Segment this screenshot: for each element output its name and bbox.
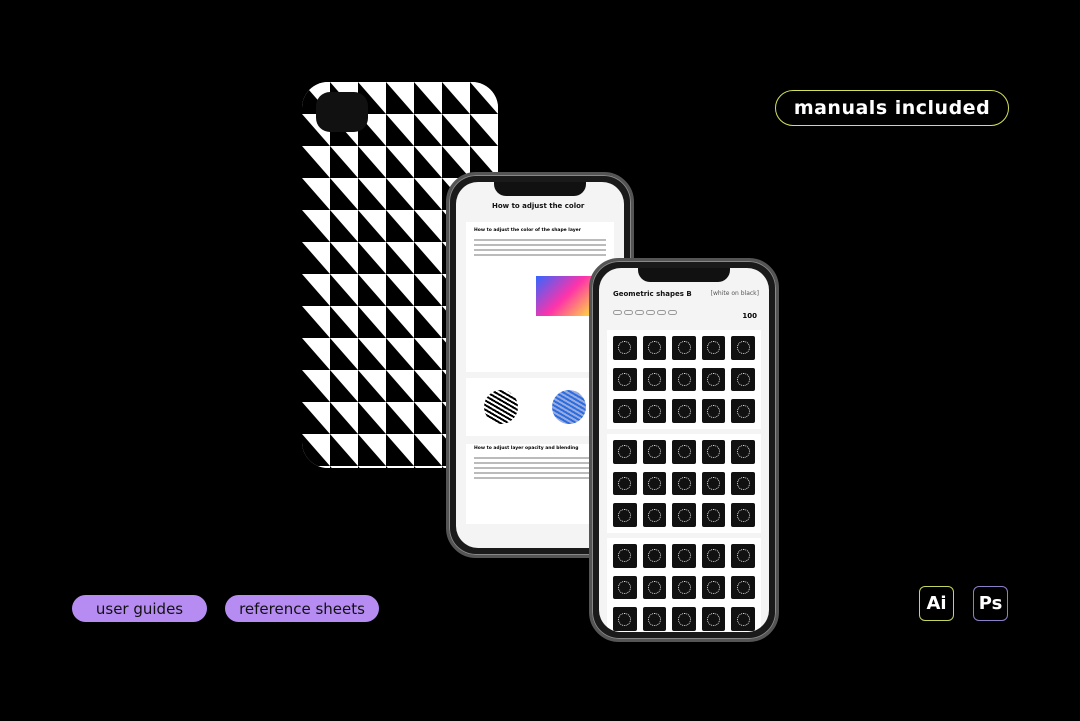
shape-tile — [672, 471, 696, 496]
shape-tile — [731, 544, 756, 568]
shape-tile — [672, 336, 696, 360]
shape-tile — [613, 336, 637, 360]
shape-tile — [613, 503, 637, 527]
shape-tile — [731, 399, 756, 423]
shape-tile — [642, 367, 667, 392]
shape-count: 100 — [742, 312, 757, 320]
shape-tile — [613, 440, 637, 464]
shape-tile — [672, 440, 696, 464]
shape-tile — [613, 607, 637, 631]
shape-tile — [701, 575, 726, 600]
shape-tile — [642, 607, 667, 631]
shape-tile — [613, 471, 637, 496]
shape-grid — [607, 538, 761, 632]
shape-tile — [672, 607, 696, 631]
shape-tile — [731, 575, 756, 600]
user-guides-tag: user guides — [72, 595, 207, 622]
shape-tile — [701, 544, 726, 568]
shape-tile — [701, 607, 726, 631]
shape-tile — [613, 399, 637, 423]
shape-tile — [613, 544, 637, 568]
reference-sheets-tag: reference sheets — [225, 595, 379, 622]
shape-tile — [642, 575, 667, 600]
notch — [638, 268, 730, 282]
shape-tile — [701, 471, 726, 496]
shape-tile — [642, 503, 667, 527]
shape-grid — [607, 434, 761, 533]
shape-tile — [613, 575, 637, 600]
shape-tile — [672, 367, 696, 392]
shape-tile — [642, 440, 667, 464]
shape-tile — [642, 336, 667, 360]
shape-tile — [642, 399, 667, 423]
section-heading: How to adjust the color of the shape lay… — [474, 228, 581, 233]
illustrator-icon: Ai — [919, 586, 954, 621]
photoshop-icon: Ps — [973, 586, 1008, 621]
shape-tile — [731, 607, 756, 631]
shape-grid — [607, 330, 761, 429]
shape-tile — [701, 367, 726, 392]
shape-tile — [672, 503, 696, 527]
sheet-subtitle: [white on black] — [710, 290, 759, 297]
shape-tile — [731, 503, 756, 527]
shape-tile — [731, 471, 756, 496]
shape-tile — [672, 399, 696, 423]
sheet-title: Geometric shapes B — [613, 290, 692, 298]
shape-tile — [701, 440, 726, 464]
manuals-included-label: manuals included — [775, 90, 1009, 126]
camera-module — [316, 92, 368, 132]
format-chips — [613, 310, 677, 315]
shape-tile — [642, 471, 667, 496]
shape-tile — [731, 440, 756, 464]
notch — [494, 182, 586, 196]
shape-tile — [672, 575, 696, 600]
shape-tile — [613, 367, 637, 392]
shape-tile — [731, 336, 756, 360]
section-heading: How to adjust layer opacity and blending — [474, 446, 579, 451]
shape-tile — [642, 544, 667, 568]
shape-tile — [701, 336, 726, 360]
shape-tile — [701, 503, 726, 527]
shape-tile — [731, 367, 756, 392]
manual-title: How to adjust the color — [492, 202, 585, 210]
phone-reference-mockup: Geometric shapes B [white on black] 100 — [589, 258, 779, 642]
shape-tile — [672, 544, 696, 568]
shape-tile — [701, 399, 726, 423]
